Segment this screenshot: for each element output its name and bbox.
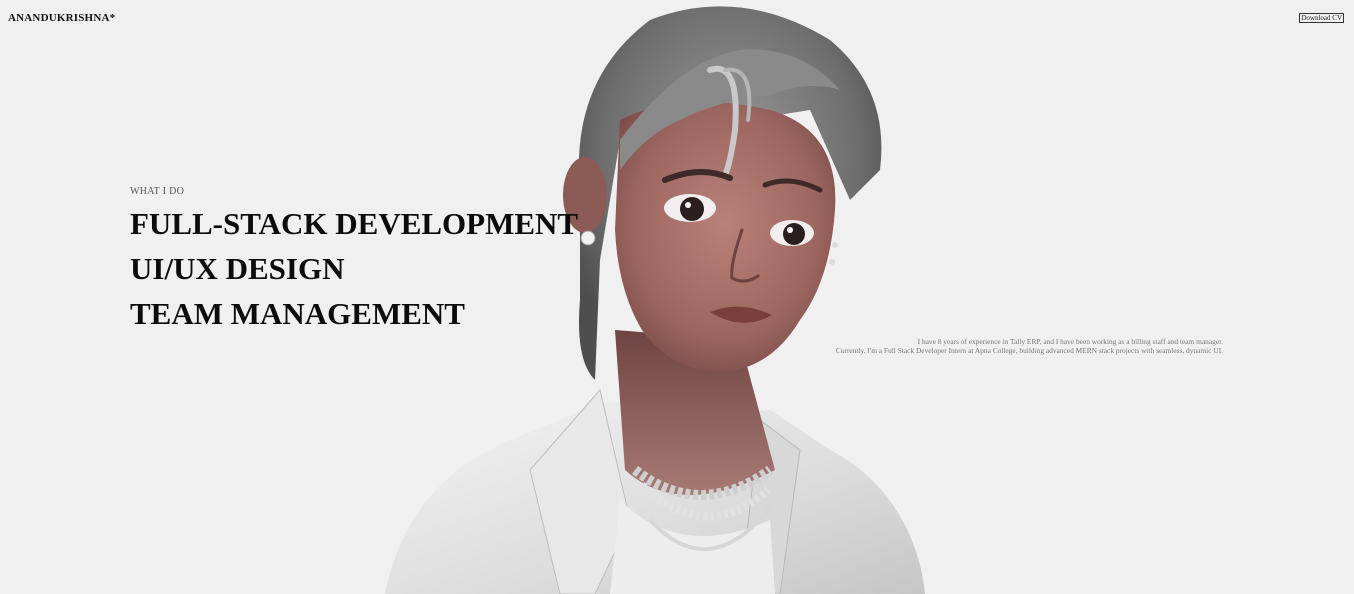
services-kicker: WHAT I DO [130, 186, 185, 197]
page: ANANDUKRISHNA* Download CV WHAT I DO FUL… [0, 0, 1354, 594]
services-section: WHAT I DO FULL-STACK DEVELOPMENT UI/UX D… [130, 186, 578, 336]
download-cv-button[interactable]: Download CV [1299, 13, 1344, 23]
about-line: Currently, I'm a Full Stack Developer In… [835, 346, 1223, 355]
service-item-team-management: TEAM MANAGEMENT [130, 296, 465, 331]
about-line: I have 8 years of experience in Tally ER… [917, 337, 1223, 346]
site-logo[interactable]: ANANDUKRISHNA* [8, 12, 115, 24]
about-text: I have 8 years of experience in Tally ER… [783, 337, 1223, 355]
service-item-fullstack: FULL-STACK DEVELOPMENT [130, 206, 579, 241]
service-item-uiux: UI/UX DESIGN [130, 251, 345, 286]
